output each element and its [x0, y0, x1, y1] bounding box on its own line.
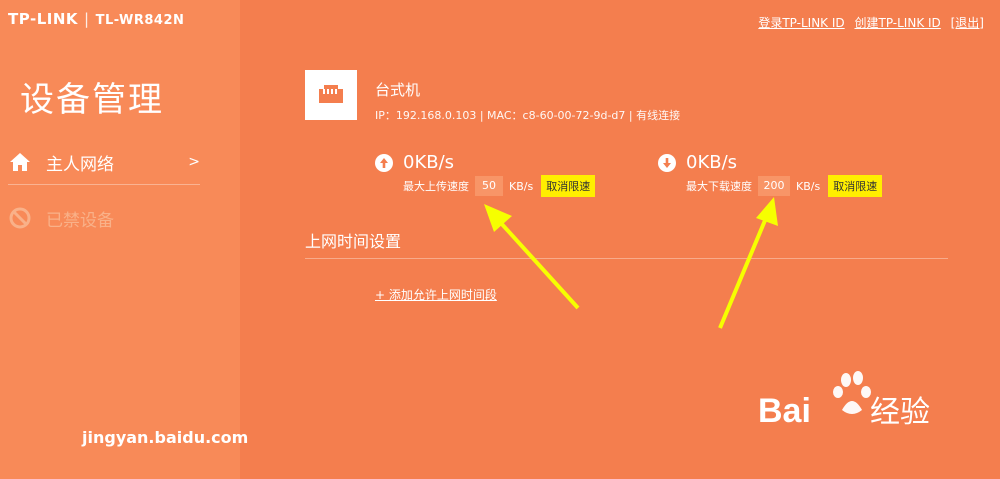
arrow-down-circle-icon — [658, 153, 676, 172]
chevron-right-icon: > — [188, 154, 200, 170]
svg-text:经验: 经验 — [870, 396, 930, 429]
device-avatar — [305, 70, 357, 120]
brand-header: TP-LINK | TL-WR842N — [8, 10, 184, 28]
baidu-watermark-logo: Bai 经验 — [758, 371, 930, 430]
download-unit: KB/s — [796, 179, 821, 193]
annotation-arrow-upload — [484, 204, 580, 310]
logout-link[interactable]: [退出] — [951, 16, 984, 30]
brand-logo: TP-LINK — [8, 10, 79, 28]
cancel-download-limit-button[interactable]: 取消限速 — [828, 175, 883, 197]
page-title: 设备管理 — [20, 80, 164, 120]
sidebar-item-label: 已禁设备 — [46, 210, 114, 231]
svg-text:Bai: Bai — [758, 392, 811, 430]
create-tplink-id-link[interactable]: 创建TP-LINK ID — [854, 16, 940, 30]
sidebar-item-blocked-devices[interactable]: 已禁设备 — [8, 196, 200, 240]
annotation-arrow-download — [718, 197, 778, 329]
sidebar-item-label: 主人网络 — [46, 154, 114, 175]
ban-icon — [8, 206, 32, 230]
router-model: TL-WR842N — [95, 13, 185, 28]
router-admin-page: TP-LINK | TL-WR842N 设备管理 主人网络 > 已禁设备 登录TP-… — [0, 0, 1000, 479]
login-tplink-id-link[interactable]: 登录TP-LINK ID — [758, 16, 844, 30]
download-speed-value: 0KB/s — [686, 152, 738, 173]
sidebar-item-host-network[interactable]: 主人网络 > — [8, 140, 200, 185]
device-info: IP：192.168.0.103 | MAC：c8-60-00-72-9d-d7… — [375, 109, 681, 122]
upload-speed-value: 0KB/s — [403, 152, 455, 173]
arrow-up-circle-icon — [375, 153, 393, 172]
max-download-label: 最大下载速度 — [686, 180, 752, 193]
home-icon — [8, 150, 32, 174]
account-links: 登录TP-LINK ID 创建TP-LINK ID [退出] — [752, 14, 984, 31]
watermark-url: jingyan.baidu.com — [82, 428, 249, 447]
max-upload-label: 最大上传速度 — [403, 180, 469, 193]
sidebar: TP-LINK | TL-WR842N 设备管理 主人网络 > 已禁设备 — [0, 0, 240, 479]
max-upload-input[interactable]: 50 — [475, 176, 503, 196]
cancel-upload-limit-button[interactable]: 取消限速 — [541, 175, 596, 197]
upload-unit: KB/s — [509, 179, 534, 193]
section-divider — [305, 258, 948, 259]
upload-speed-panel: 0KB/s 最大上传速度 50 KB/s 取消限速 — [375, 152, 596, 197]
max-download-input[interactable]: 200 — [758, 176, 790, 196]
brand-separator: | — [84, 10, 90, 28]
ethernet-port-icon — [316, 81, 346, 109]
add-time-slot-link[interactable]: + 添加允许上网时间段 — [375, 286, 497, 303]
download-speed-panel: 0KB/s 最大下载速度 200 KB/s 取消限速 — [658, 152, 883, 197]
device-name: 台式机 — [375, 81, 421, 99]
schedule-section-title: 上网时间设置 — [305, 232, 402, 251]
